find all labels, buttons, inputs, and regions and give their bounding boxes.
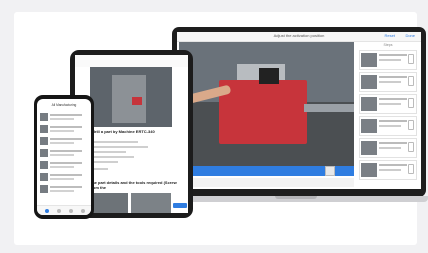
machine-part [132,97,142,105]
list-item[interactable] [40,172,88,182]
step-handle-icon[interactable] [408,76,414,86]
step-thumbnail [361,53,377,67]
sidebar-heading: Steps [383,43,393,47]
item-text-line [50,114,82,116]
step-text-line [379,76,407,78]
step-thumbnail [361,97,377,111]
steps-sidebar: Steps [357,42,419,187]
create-tab-icon[interactable] [69,209,73,213]
control-panel [259,68,279,84]
step-thumbnail [361,119,377,133]
list-item[interactable] [40,124,88,134]
step-text-line [379,59,401,61]
list-item[interactable] [40,160,88,170]
step-thumbnail [361,75,377,89]
step-card[interactable] [359,160,417,180]
list-item[interactable] [40,148,88,158]
step-card[interactable] [359,72,417,92]
item-text-line [50,130,74,132]
step-card[interactable] [359,94,417,114]
item-text-line [50,154,74,156]
step-card[interactable] [359,50,417,70]
item-thumbnail [40,149,48,157]
laptop-device: Adjust the activation position Reset Don… [172,27,426,197]
step-thumbnail [361,163,377,177]
item-text-line [50,178,74,180]
phone-tab-bar [37,205,91,215]
phone-header: All Manufacturing [51,103,77,107]
item-text-line [50,174,82,176]
step-handle-icon[interactable] [408,164,414,174]
item-text-line [50,166,74,168]
item-text-line [50,186,82,188]
editor-footer [179,178,354,187]
item-thumbnail [40,185,48,193]
item-thumbnail [40,125,48,133]
phone-screen: All Manufacturing [37,99,91,215]
list-item[interactable] [40,136,88,146]
step-text-line [379,125,401,127]
item-text-line [50,142,74,144]
item-text-line [50,190,74,192]
step-text-line [379,147,401,149]
item-thumbnail [40,137,48,145]
item-thumbnail [40,173,48,181]
step-text-line [379,98,407,100]
step-text-line [379,54,407,56]
laptop-screen: Adjust the activation position Reset Don… [177,32,421,189]
step-text-line [379,81,401,83]
machine-bar [304,104,354,112]
step-thumbnail [361,141,377,155]
section-title: Select the part details and the tools re… [78,180,177,190]
tablet-toolbar [75,55,188,67]
done-button[interactable]: Done [405,33,415,38]
list-item[interactable] [40,112,88,122]
article-title: How to drill a part by Machine ERTC-340 [78,129,155,134]
article-image [90,67,172,127]
step-card[interactable] [359,138,417,158]
step-text-line [379,103,401,105]
item-text-line [50,118,74,120]
phone-device: All Manufacturing [34,95,94,219]
video-player[interactable] [179,42,354,166]
step-text-line [379,164,407,166]
item-text-line [50,126,82,128]
item-thumbnail [40,161,48,169]
item-text-line [50,138,82,140]
step-handle-icon[interactable] [408,98,414,108]
item-text-line [50,162,82,164]
machine-body [219,80,307,144]
step-text-line [379,169,401,171]
step-card[interactable] [359,116,417,136]
search-tab-icon[interactable] [57,209,61,213]
step-handle-icon[interactable] [408,120,414,130]
timeline-handle[interactable] [325,166,335,176]
item-thumbnail [40,113,48,121]
profile-tab-icon[interactable] [81,209,85,213]
item-text-line [50,150,82,152]
continue-button[interactable] [173,203,187,208]
step-handle-icon[interactable] [408,142,414,152]
section-image [131,193,171,213]
laptop-notch [275,196,317,199]
step-text-line [379,120,407,122]
step-handle-icon[interactable] [408,54,414,64]
editor-header: Adjust the activation position Reset Don… [177,32,421,42]
step-text-line [379,142,407,144]
list-item[interactable] [40,184,88,194]
home-tab-icon[interactable] [45,209,49,213]
reset-button[interactable]: Reset [385,33,395,38]
